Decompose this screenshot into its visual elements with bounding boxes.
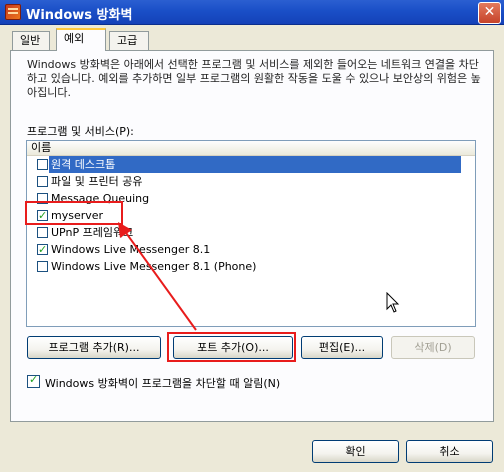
close-button[interactable]: ✕ [478,2,501,24]
checkbox-file-printer-sharing[interactable] [37,176,48,187]
checkbox-upnp[interactable] [37,227,48,238]
tab-general[interactable]: 일반 [12,31,50,50]
list-item-label: 원격 데스크톱 [49,156,118,173]
list-item-file-printer-sharing[interactable]: 파일 및 프린터 공유 [27,173,475,190]
checkbox-live-messenger[interactable] [37,241,48,258]
list-item-label: myserver [51,209,104,222]
list-item-label: 파일 및 프린터 공유 [51,175,143,188]
list-item-remote-desktop[interactable]: 원격 데스크톱 [27,156,475,173]
programs-list-label: 프로그램 및 서비스(P): [27,125,134,138]
delete-button[interactable]: 삭제(D) [391,336,475,359]
checkbox-remote-desktop[interactable] [37,159,48,170]
cancel-button[interactable]: 취소 [406,440,493,463]
tab-exceptions[interactable]: 예외 [56,28,106,51]
list-item-label: Message Queuing [51,192,150,205]
add-port-button[interactable]: 포트 추가(O)... [173,336,293,359]
ok-button[interactable]: 확인 [312,440,399,463]
list-item-myserver[interactable]: myserver [27,207,475,224]
checkbox-myserver[interactable] [37,207,48,224]
window-title: Windows 방화벽 [26,8,133,23]
notify-label: Windows 방화벽이 프로그램을 차단할 때 알림(N) [45,377,281,390]
list-item-live-messenger[interactable]: Windows Live Messenger 8.1 [27,241,475,258]
notify-checkbox[interactable] [27,373,40,388]
list-item-message-queuing[interactable]: Message Queuing [27,190,475,207]
mouse-pointer-icon [386,292,400,313]
list-item-label: Windows Live Messenger 8.1 (Phone) [51,260,257,273]
list-item-label: Windows Live Messenger 8.1 [51,243,211,256]
firewall-icon [5,4,21,20]
tab-advanced[interactable]: 고급 [109,31,149,50]
firewall-window: Windows 방화벽 ✕ 일반 예외 고급 Windows 방화벽은 아래에서… [0,0,504,472]
title-bar[interactable]: Windows 방화벽 ✕ [0,0,504,25]
exceptions-description: Windows 방화벽은 아래에서 선택한 프로그램 및 서비스를 제외한 들어… [27,58,481,99]
name-column-header[interactable]: 이름 [27,141,475,156]
checkbox-live-messenger-phone[interactable] [37,261,48,272]
list-item-live-messenger-phone[interactable]: Windows Live Messenger 8.1 (Phone) [27,258,475,275]
add-program-button[interactable]: 프로그램 추가(R)... [27,336,161,359]
edit-button[interactable]: 편집(E)... [301,336,383,359]
programs-listbox[interactable]: 이름 원격 데스크톱 파일 및 프린터 공유 Message Queuing m… [26,140,476,327]
list-item-label: UPnP 프레임워크 [51,226,134,239]
list-item-upnp[interactable]: UPnP 프레임워크 [27,224,475,241]
checkbox-message-queuing[interactable] [37,193,48,204]
